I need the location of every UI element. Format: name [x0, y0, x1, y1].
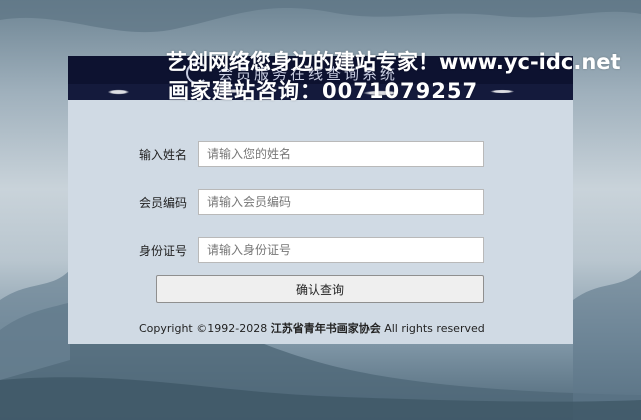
watermark-line-1: 艺创网络您身边的建站专家！www.yc-idc.net — [166, 50, 621, 74]
footer-copyright: Copyright ©1992-2028 江苏省青年书画家协会 All righ… — [139, 320, 485, 336]
id-card-row: 身份证号 — [139, 237, 484, 263]
id-card-input[interactable] — [198, 237, 484, 263]
member-id-label: 会员编码 — [139, 195, 188, 210]
footer-prefix: Copyright ©1992-2028 — [139, 322, 271, 335]
member-id-input[interactable] — [198, 189, 484, 215]
footer-suffix: All rights reserved — [380, 322, 485, 335]
confirm-query-button[interactable]: 确认查询 — [156, 275, 484, 303]
name-label: 输入姓名 — [139, 147, 188, 162]
name-input[interactable] — [198, 141, 484, 167]
footer-org: 江苏省青年书画家协会 — [270, 322, 381, 335]
id-card-label: 身份证号 — [139, 243, 188, 258]
watermark-line-2: 画家建站咨询：0071079257 — [168, 79, 479, 103]
name-row: 输入姓名 — [139, 141, 484, 167]
member-id-row: 会员编码 — [139, 189, 484, 215]
